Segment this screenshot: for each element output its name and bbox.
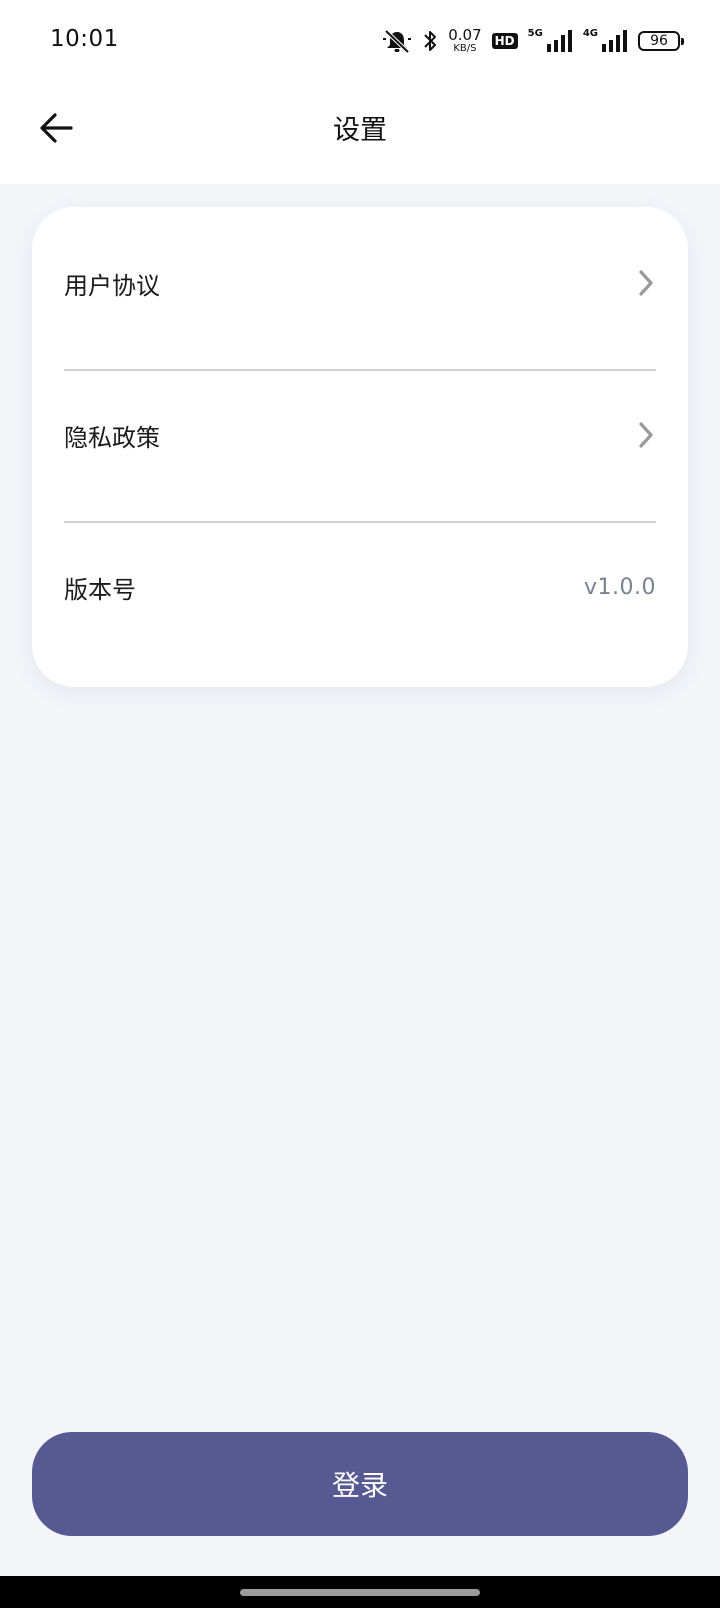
header: 设置	[0, 84, 720, 184]
page-title: 设置	[333, 115, 387, 146]
chevron-right-icon	[639, 270, 653, 296]
signal-5g-icon	[546, 30, 573, 52]
user-agreement-label: 用户协议	[64, 271, 160, 300]
signal-4g-icon	[602, 30, 628, 52]
navigation-bar	[0, 1576, 720, 1608]
bluetooth-icon	[422, 28, 438, 54]
battery-icon: 96	[638, 31, 684, 51]
version-value: v1.0.0	[584, 574, 656, 600]
signal-5g-label: 5G	[527, 28, 543, 39]
network-speed-unit: KB/S	[453, 43, 477, 54]
settings-card: 用户协议 隐私政策 版本号 v1.0.0	[32, 207, 688, 687]
signal-4g-label: 4G	[582, 28, 598, 39]
mute-icon	[382, 28, 412, 54]
version-row: 版本号 v1.0.0	[64, 511, 656, 663]
version-label: 版本号	[64, 575, 136, 604]
status-icons: 0.07 KB/S HD 5G 4G 96	[382, 26, 684, 56]
status-time: 10:01	[50, 26, 119, 52]
settings-screen: 10:01 0.07 KB/S HD 5G 4G 96 设置 用户协议 隐私政策…	[0, 0, 720, 1608]
user-agreement-row[interactable]: 用户协议	[64, 207, 656, 359]
status-bar: 10:01 0.07 KB/S HD 5G 4G 96	[0, 0, 720, 84]
chevron-right-icon	[639, 422, 653, 448]
network-speed-value: 0.07	[448, 26, 482, 44]
privacy-policy-row[interactable]: 隐私政策	[64, 359, 656, 511]
battery-level: 96	[650, 33, 668, 49]
login-button[interactable]: 登录	[32, 1432, 688, 1536]
network-speed: 0.07 KB/S	[448, 28, 481, 54]
hd-icon: HD	[491, 33, 518, 49]
home-indicator[interactable]	[240, 1589, 480, 1596]
privacy-policy-label: 隐私政策	[64, 423, 160, 452]
